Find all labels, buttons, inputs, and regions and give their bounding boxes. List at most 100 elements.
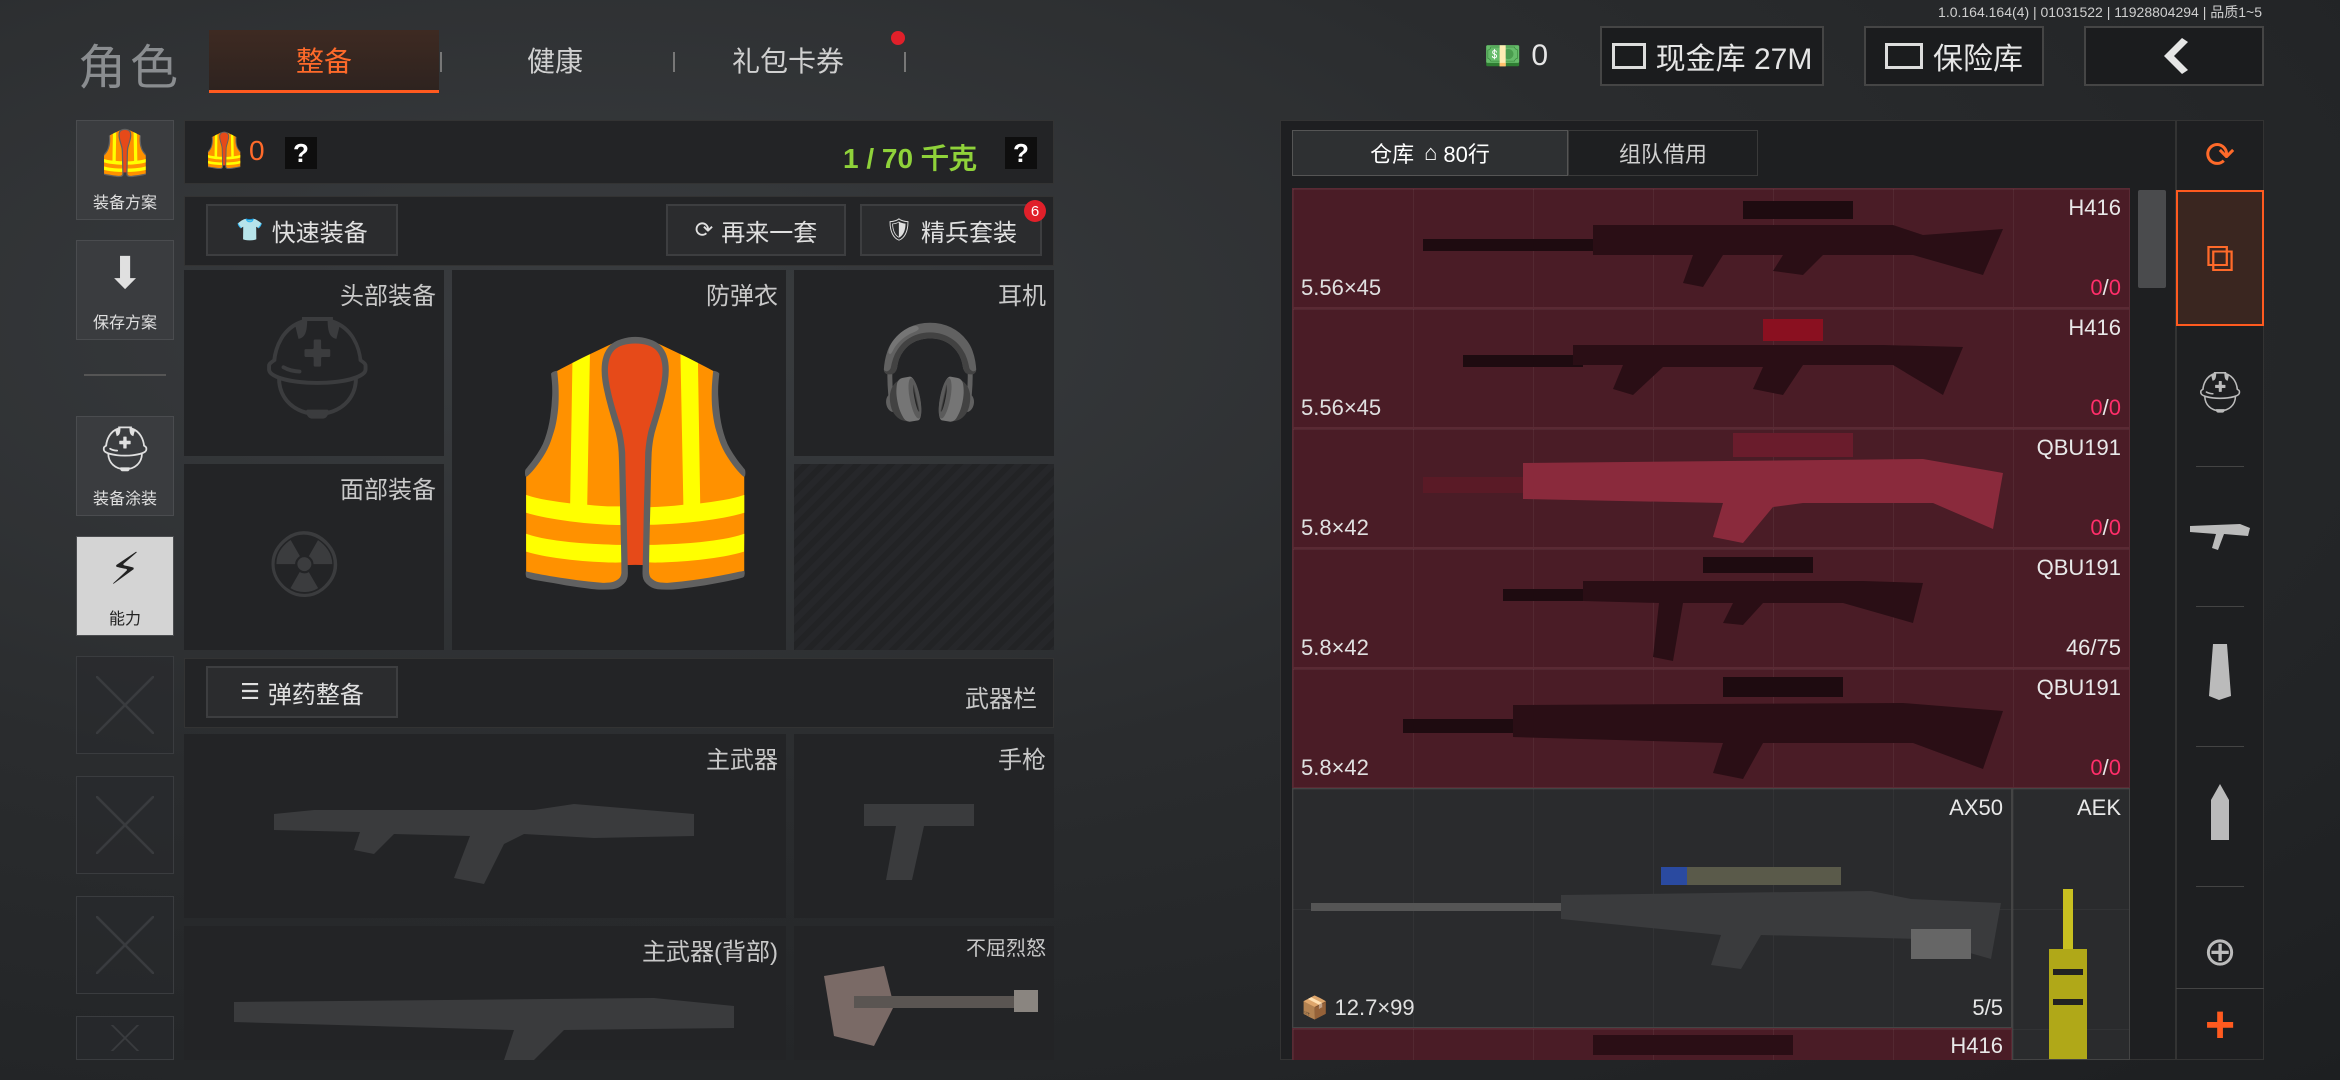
tab-gift-label: 礼包卡券 <box>731 46 844 77</box>
tab-storage[interactable]: 仓库 ⌂ 80行 <box>1292 130 1568 176</box>
scope-icon[interactable]: ⊕ <box>2176 906 2264 998</box>
nav-divider <box>84 374 166 376</box>
vest-slot-label: 防弹衣 <box>706 283 778 310</box>
inventory-item[interactable]: QBU191 5.8×42 46/75 <box>1292 548 2130 668</box>
help-button[interactable]: ? <box>285 137 317 169</box>
inventory-item[interactable]: QBU191 5.8×42 0/0 <box>1292 668 2130 788</box>
version-text: 1.0.164.164(4) | 01031522 | 11928804294 … <box>1938 4 2262 20</box>
add-filter-button[interactable]: + <box>2176 988 2264 1061</box>
item-ammo: 0/0 <box>2090 515 2121 540</box>
head-slot[interactable]: ⛑ 头部装备 <box>184 270 444 456</box>
item-name: H416 <box>2068 195 2121 220</box>
weight-display: 1 / 70 千克 <box>843 143 977 174</box>
nav-loadout-plan[interactable]: 🦺 装备方案 <box>76 120 174 220</box>
currency-value: 0 <box>1531 39 1549 72</box>
inventory-item[interactable]: H416 5.56×45 0/0 <box>1292 308 2130 428</box>
cash-vault-button[interactable]: 现金库 27M <box>1600 26 1824 86</box>
empty-slot[interactable] <box>76 896 174 994</box>
rifle-icon <box>234 998 734 1060</box>
head-slot-label: 头部装备 <box>340 283 436 310</box>
tab-equip[interactable]: 整备 <box>209 30 439 93</box>
safe-icon <box>1885 43 1923 69</box>
inventory-scrollbar[interactable] <box>2138 190 2166 288</box>
shield-icon: 🛡 <box>885 217 913 242</box>
tab-equip-label: 整备 <box>295 46 352 77</box>
rifle-glyph <box>2190 524 2250 550</box>
refresh-icon: ⟳ <box>694 217 714 242</box>
inventory-item[interactable]: H416 <box>1292 1028 2012 1060</box>
another-set-label: 再来一套 <box>721 219 818 247</box>
rifle-vertical-image <box>2049 889 2087 1059</box>
inventory-item[interactable]: H416 5.56×45 0/0 <box>1292 188 2130 308</box>
melee-slot[interactable]: 不屈烈怒 <box>794 926 1054 1060</box>
equip-header: 🦺 0 ? 1 / 70 千克 ? <box>184 120 1054 184</box>
rifle-icon[interactable] <box>2176 486 2264 578</box>
ammo-list-icon: ☰ <box>240 679 260 704</box>
elite-set-button[interactable]: 🛡 精兵套装 <box>860 204 1042 256</box>
back-button[interactable] <box>2084 26 2264 86</box>
magazine-glyph <box>2209 644 2231 700</box>
safe-box-button[interactable]: 保险库 <box>1864 26 2044 86</box>
face-slot[interactable]: ☢ 面部装备 <box>184 464 444 650</box>
pistol-slot-label: 手枪 <box>998 747 1046 774</box>
rifle-image <box>1463 319 1963 395</box>
inventory-item-ax50[interactable]: AX50 📦 12.7×99 5/5 <box>1292 788 2012 1028</box>
ammo-equip-button[interactable]: ☰ 弹药整备 <box>206 666 398 718</box>
nav-label: 保存方案 <box>92 315 157 332</box>
elite-badge: 6 <box>1024 200 1046 222</box>
quick-equip-button[interactable]: 👕 快速装备 <box>206 204 398 256</box>
rifle-icon <box>274 804 694 884</box>
item-ammo: 0/0 <box>2090 755 2121 780</box>
headset-slot[interactable]: 🎧 耳机 <box>794 270 1054 456</box>
nav-label: 装备方案 <box>92 195 157 212</box>
nav-ability[interactable]: ⚡ 能力 <box>76 536 174 636</box>
rifle-image <box>1503 557 1923 661</box>
item-caliber: 📦 12.7×99 <box>1301 995 1415 1020</box>
item-ammo: 0/0 <box>2090 275 2121 300</box>
tab-health-label: 健康 <box>526 46 583 77</box>
another-set-button[interactable]: ⟳ 再来一套 <box>666 204 846 256</box>
helmet-icon[interactable]: ⛑ <box>2176 346 2264 438</box>
sort-layers-icon[interactable]: ⧉ <box>2176 190 2264 326</box>
empty-slot[interactable] <box>76 1016 174 1060</box>
item-caliber: 5.8×42 <box>1301 635 1369 660</box>
tab-team-borrow[interactable]: 组队借用 <box>1568 130 1758 176</box>
primary-weapon-slot[interactable]: 主武器 <box>184 734 786 918</box>
layers-refresh-icon[interactable]: ⟳ <box>2176 120 2264 190</box>
weight-help-button[interactable]: ? <box>1005 137 1037 169</box>
item-caliber: 5.8×42 <box>1301 755 1369 780</box>
inventory-item[interactable]: QBU191 5.8×42 0/0 <box>1292 428 2130 548</box>
sniper-rifle-image <box>1311 867 2001 969</box>
bullet-icon[interactable] <box>2176 766 2264 858</box>
nav-label: 装备涂装 <box>92 491 157 508</box>
primary-back-slot[interactable]: 主武器(背部) <box>184 926 786 1060</box>
inventory-item-aek[interactable]: AEK <box>2012 788 2130 1060</box>
bullet-glyph <box>2211 784 2229 840</box>
melee-slot-label: 不屈烈怒 <box>966 938 1046 960</box>
storage-label: 仓库 <box>1370 142 1415 167</box>
headset-icon: 🎧 <box>874 323 987 423</box>
chevron-left-icon <box>2164 38 2188 74</box>
filter-divider <box>2196 466 2244 467</box>
tab-gift[interactable]: 礼包卡券 <box>673 30 903 90</box>
download-icon: ⬇ <box>106 249 144 298</box>
magazine-icon[interactable] <box>2176 626 2264 718</box>
vest-slot[interactable]: 🦺 防弹衣 <box>452 270 786 650</box>
pistol-slot[interactable]: 手枪 <box>794 734 1054 918</box>
empty-slot[interactable] <box>76 776 174 874</box>
item-caliber: 5.56×45 <box>1301 275 1382 300</box>
armor-icon: 🦺 <box>203 132 246 170</box>
primary-back-label: 主武器(背部) <box>642 939 778 966</box>
item-name: H416 <box>2068 315 2121 340</box>
quick-equip-label: 快速装备 <box>271 219 368 247</box>
tab-health[interactable]: 健康 <box>440 30 670 90</box>
filter-divider <box>2196 606 2244 607</box>
filter-divider <box>2196 886 2244 887</box>
nav-save-plan[interactable]: ⬇ 保存方案 <box>76 240 174 340</box>
empty-slot[interactable] <box>76 656 174 754</box>
nav-equip-skin[interactable]: ⛑ 装备涂装 <box>76 416 174 516</box>
item-name: AX50 <box>1949 795 2003 820</box>
cash-icon: 💵 <box>1483 39 1522 73</box>
rifle-image <box>1423 433 2003 543</box>
filter-divider <box>2196 746 2244 747</box>
